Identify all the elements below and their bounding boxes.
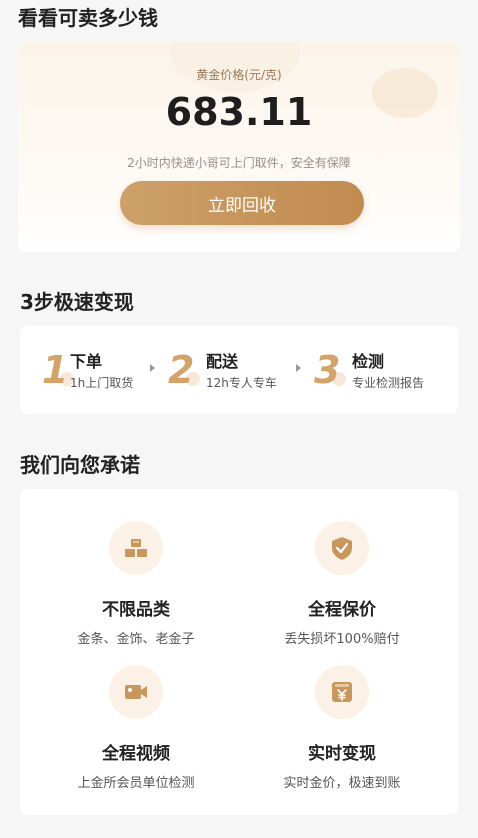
- step-desc: 12h专人专车: [206, 376, 277, 390]
- promise-desc: 丢失损坏100%赔付: [284, 632, 400, 647]
- gold-price-card: 黄金价格(元/克) 683.11 2小时内快递小哥可上门取件，安全有保障 立即回…: [18, 42, 460, 252]
- recycle-now-button[interactable]: 立即回收: [120, 181, 364, 225]
- step-desc: 专业检测报告: [352, 376, 425, 390]
- chevron-right-icon: [296, 364, 301, 372]
- promise-title: 不限品类: [102, 600, 170, 620]
- page-title: 看看可卖多少钱: [18, 6, 158, 30]
- steps-card: 1 下单 1h上门取货 2 配送 12h专人专车 3 检测 专业检测报告: [20, 326, 458, 414]
- gold-bars-icon: [109, 521, 163, 575]
- step-number: 3: [314, 348, 341, 392]
- chevron-right-icon: [150, 364, 155, 372]
- video-camera-icon: [109, 665, 163, 719]
- promises-section-title: 我们向您承诺: [20, 453, 140, 477]
- gold-price-label: 黄金价格(元/克): [196, 68, 282, 82]
- promise-item: 全程视频 上金所会员单位检测: [36, 665, 236, 791]
- step-number: 1: [42, 348, 69, 392]
- step-name: 配送: [206, 352, 239, 371]
- promises-card: 不限品类 金条、金饰、老金子 全程保价 丢失损坏100%赔付 全程视频 上金所会…: [20, 489, 458, 815]
- promise-title: 全程保价: [308, 600, 376, 620]
- step-desc: 1h上门取货: [70, 376, 134, 390]
- step-number: 2: [168, 348, 195, 392]
- step-name: 检测: [352, 352, 385, 371]
- promise-title: 全程视频: [102, 744, 170, 764]
- steps-section-title: 3步极速变现: [20, 290, 134, 314]
- promise-desc: 实时金价，极速到账: [283, 776, 401, 791]
- promise-title: 实时变现: [308, 744, 376, 764]
- promise-item: 全程保价 丢失损坏100%赔付: [242, 521, 442, 647]
- promise-item: 不限品类 金条、金饰、老金子: [36, 521, 236, 647]
- promise-desc: 上金所会员单位检测: [77, 776, 195, 791]
- promise-desc: 金条、金饰、老金子: [77, 632, 195, 647]
- pickup-note: 2小时内快递小哥可上门取件，安全有保障: [127, 156, 351, 170]
- shield-check-icon: [315, 521, 369, 575]
- step-name: 下单: [70, 352, 103, 371]
- wallet-yuan-icon: [315, 665, 369, 719]
- promise-item: 实时变现 实时金价，极速到账: [242, 665, 442, 791]
- gold-price-value: 683.11: [165, 90, 313, 134]
